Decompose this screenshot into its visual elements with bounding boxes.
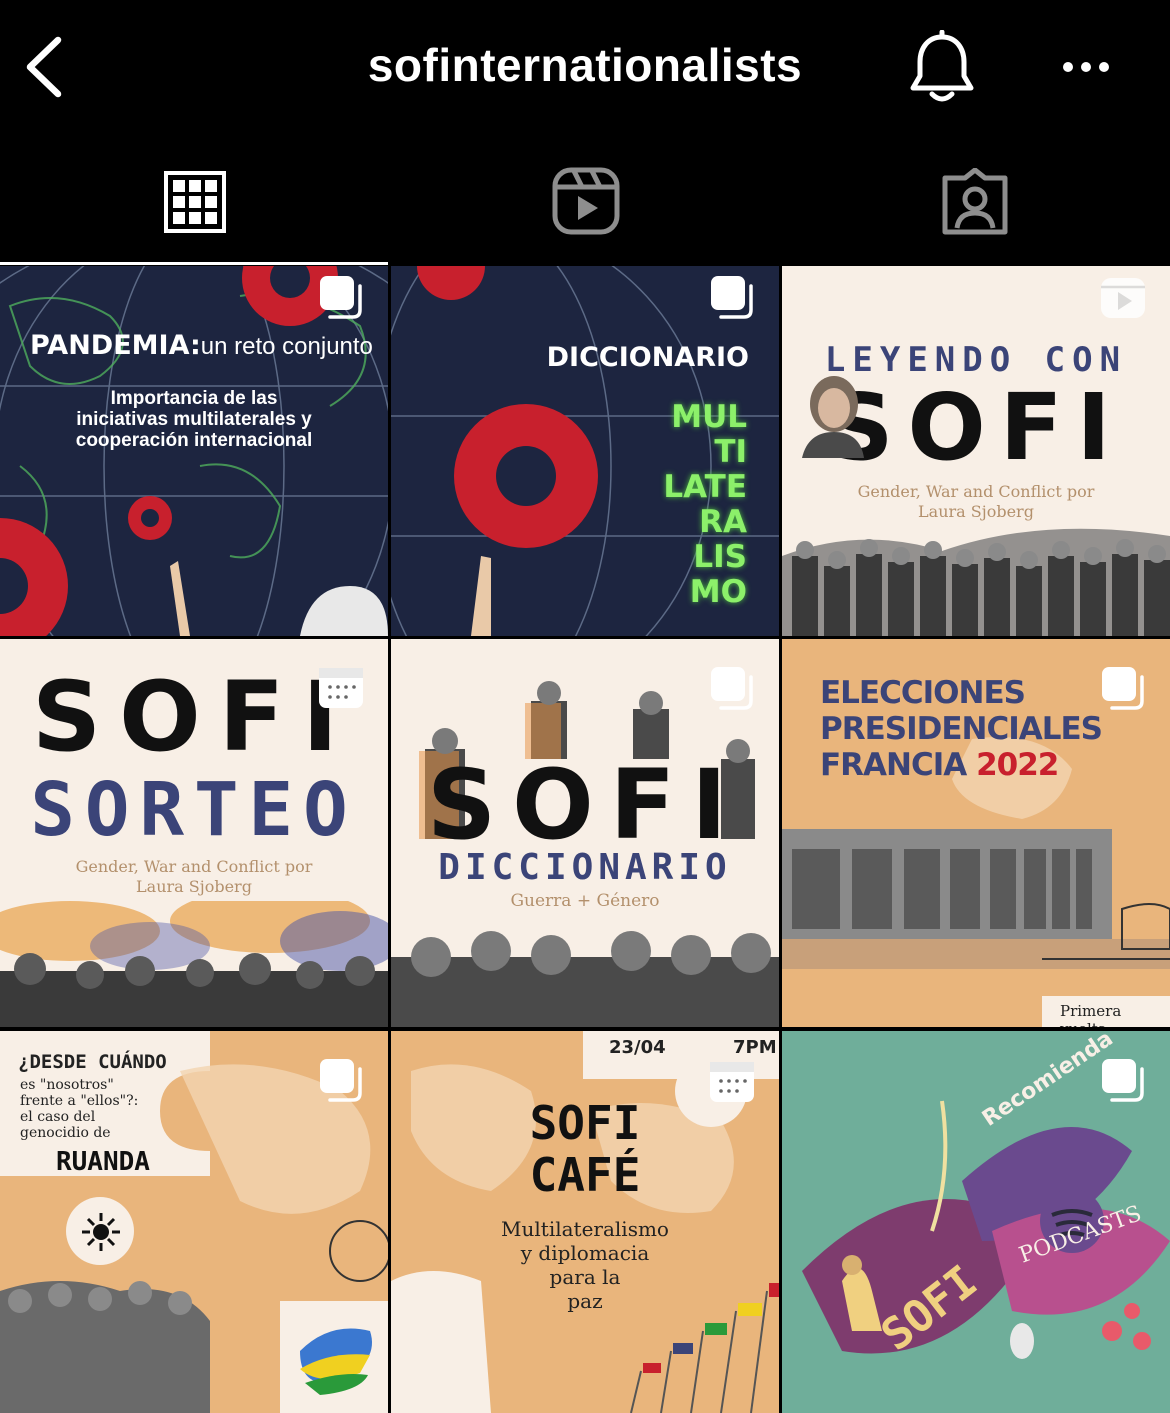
profile-header: sofinternationalists (0, 0, 1170, 135)
post-leyendo-con-sofi[interactable]: LEYENDO CON SOFI Gender, War and Conflic… (782, 266, 1170, 636)
post-heading: DICCIONARIO (438, 847, 732, 888)
active-tab-indicator (0, 262, 388, 265)
sun-icon (82, 1213, 120, 1251)
post-subtitle-line: Importancia de las (110, 388, 278, 409)
post-footer: Primera vuelta (1060, 1002, 1122, 1027)
word-syllable: LATE (663, 469, 747, 505)
headline-line: ELECCIONES (820, 675, 1026, 711)
profile-tabs (0, 135, 1170, 265)
post-sofi-cafe[interactable]: 23/04 7PM SOFI CAFÉ Multilateralismo y d… (391, 1031, 779, 1413)
event-date: 23/04 (609, 1037, 666, 1058)
word-syllable: MUL (671, 399, 747, 435)
post-elecciones-francia[interactable]: ELECCIONES PRESIDENCIALES FRANCIA 2022 P… (782, 639, 1170, 1027)
question-line: el caso del (20, 1109, 96, 1125)
event-time: 7PM (733, 1037, 777, 1058)
reels-icon (552, 167, 620, 235)
post-ruanda[interactable]: ¿DESDE CUÁNDO es "nosotros" frente a "el… (0, 1031, 388, 1413)
back-button[interactable] (22, 34, 72, 100)
post-brand: SOFI (426, 749, 744, 861)
notifications-button[interactable] (908, 29, 976, 106)
carousel-icon (710, 1062, 754, 1102)
carousel-icon (711, 667, 753, 710)
tab-tagged[interactable] (780, 135, 1170, 265)
portrait-photo (802, 376, 864, 458)
headline-line: FRANCIA (820, 747, 967, 783)
tab-reels[interactable] (390, 135, 780, 265)
posts-grid: PANDEMIA:un reto conjunto Importancia de… (0, 266, 1170, 1413)
question-line: es "nosotros" (20, 1077, 114, 1093)
post-heading: SORTEO (30, 767, 358, 853)
post-title-rest: un reto conjunto (200, 333, 373, 360)
post-diccionario-multilateralismo[interactable]: DICCIONARIO MUL TI LATE RA LIS MO (391, 266, 779, 636)
question-heading: ¿DESDE CUÁNDO (18, 1051, 167, 1073)
post-subtitle-line: iniciativas multilaterales y (76, 409, 312, 430)
post-sofi-podcasts[interactable]: Recomienda PODCASTS SOFI (782, 1031, 1170, 1413)
post-brand-sub: CAFÉ (529, 1148, 641, 1202)
reel-icon (1101, 278, 1145, 318)
word-syllable: MO (689, 574, 747, 610)
bell-icon (910, 29, 974, 102)
book-title: Gender, War and Conflict por (75, 857, 313, 876)
panel-photo (0, 901, 388, 1027)
post-sofi-sorteo[interactable]: SOFI SORTEO Gender, War and Conflict por… (0, 639, 388, 1027)
word-syllable: LIS (693, 539, 747, 575)
carousel-icon (320, 276, 362, 319)
headline-line: PRESIDENCIALES (820, 711, 1103, 747)
topic-line: para la (549, 1265, 621, 1289)
post-title-bold: PANDEMIA: (30, 330, 201, 361)
carousel-icon (1102, 667, 1144, 710)
profile-username: sofinternationalists (367, 39, 803, 91)
topic-line: y diplomacia (520, 1241, 650, 1265)
more-options-button[interactable] (1060, 50, 1112, 84)
word-syllable: RA (699, 504, 747, 540)
chevron-left-icon (26, 36, 62, 98)
country-name: RUANDA (56, 1147, 150, 1177)
topic-line: paz (567, 1289, 603, 1313)
topic-line: Multilateralismo (501, 1217, 669, 1241)
post-sofi-diccionario[interactable]: SOFI DICCIONARIO Guerra + Género (391, 639, 779, 1027)
carousel-icon (319, 668, 363, 708)
post-heading: DICCIONARIO (546, 342, 749, 373)
post-pandemia[interactable]: PANDEMIA:un reto conjunto Importancia de… (0, 266, 388, 636)
carousel-icon (1102, 1059, 1144, 1102)
grid-icon (164, 171, 226, 233)
carousel-icon (711, 276, 753, 319)
tagged-person-icon (942, 168, 1008, 235)
post-subheading: Guerra + Género (510, 891, 660, 911)
soldiers-photo (391, 931, 779, 1027)
book-author: Laura Sjoberg (136, 877, 252, 896)
question-line: genocidio de (20, 1125, 111, 1141)
post-subtitle-line: cooperación internacional (75, 430, 313, 451)
question-line: frente a "ellos"?: (20, 1093, 139, 1109)
headline-year: 2022 (976, 747, 1059, 783)
word-syllable: TI (714, 434, 747, 470)
more-horizontal-icon (1063, 62, 1109, 72)
soldiers-photo (782, 528, 1170, 636)
carousel-icon (320, 1059, 362, 1102)
tab-grid[interactable] (0, 135, 390, 265)
